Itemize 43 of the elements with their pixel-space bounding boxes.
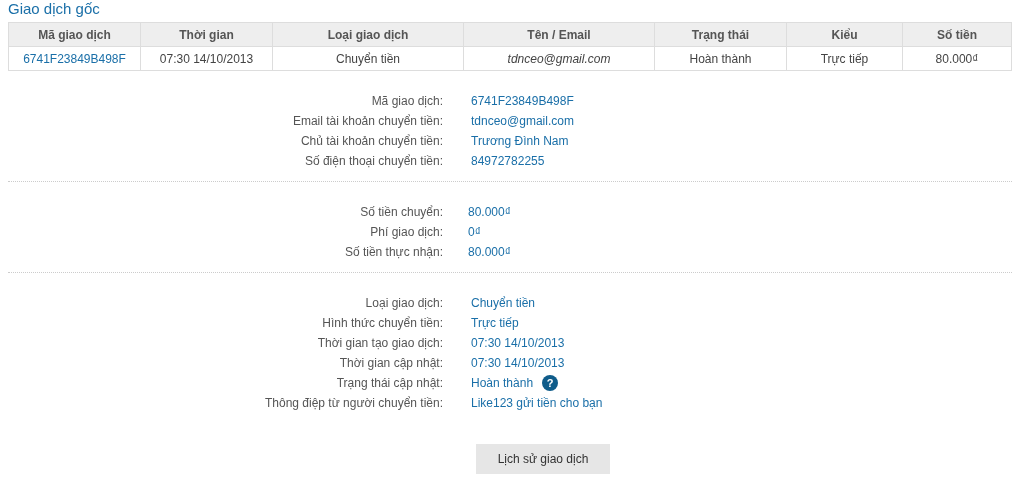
detail-label: Thời gian cập nhật: xyxy=(338,356,443,370)
detail-value: 6741F23849B498F xyxy=(471,94,574,108)
detail-value: 07:30 14/10/2013 xyxy=(471,336,565,350)
detail-label: Trạng thái cập nhật: xyxy=(335,376,443,390)
detail-label: Thời gian tạo giao dịch: xyxy=(316,336,443,350)
column-header: Thời gian xyxy=(140,22,273,47)
detail-value: 80.000₫ xyxy=(468,205,511,219)
detail-label: Thông điệp từ người chuyển tiền: xyxy=(263,396,443,410)
detail-value: 0₫ xyxy=(468,225,481,239)
column-header: Loại giao dịch xyxy=(272,22,464,47)
detail-label: Email tài khoản chuyển tiền: xyxy=(291,114,443,128)
detail-value: Chuyển tiền xyxy=(471,296,536,310)
detail-value: 84972782255 xyxy=(471,154,545,168)
detail-label: Hình thức chuyển tiền: xyxy=(321,316,443,330)
table-cell: Chuyển tiền xyxy=(272,46,464,71)
column-header: Trạng thái xyxy=(654,22,787,47)
table-cell: Hoàn thành xyxy=(654,46,787,71)
detail-value: Hoàn thành xyxy=(471,376,534,390)
detail-value: tdnceo@gmail.com xyxy=(471,114,574,128)
detail-label: Phí giao dịch: xyxy=(369,225,443,239)
detail-value: 07:30 14/10/2013 xyxy=(471,356,565,370)
detail-label: Số điện thoại chuyển tiền: xyxy=(303,154,443,168)
detail-value: 80.000₫ xyxy=(468,245,511,259)
transaction-link[interactable]: 6741F23849B498F xyxy=(8,46,141,71)
detail-label: Loại giao dịch: xyxy=(364,296,443,310)
detail-label: Mã giao dịch: xyxy=(370,94,443,108)
column-header: Mã giao dịch xyxy=(8,22,141,47)
detail-label: Số tiền thực nhận: xyxy=(343,245,443,259)
section-title: Giao dịch gốc xyxy=(8,0,101,19)
detail-value: Like123 gửi tiền cho bạn xyxy=(471,396,603,410)
detail-value: Trực tiếp xyxy=(471,316,519,330)
column-header: Kiểu xyxy=(786,22,903,47)
detail-label: Chủ tài khoản chuyển tiền: xyxy=(299,134,443,148)
detail-label: Số tiền chuyển: xyxy=(359,205,443,219)
table-cell: 07:30 14/10/2013 xyxy=(140,46,273,71)
table-cell: Trực tiếp xyxy=(786,46,903,71)
history-button[interactable]: Lịch sử giao dịch xyxy=(476,444,610,474)
table-cell: tdnceo@gmail.com xyxy=(463,46,655,71)
column-header: Tên / Email xyxy=(463,22,655,47)
column-header: Số tiền xyxy=(902,22,1012,47)
help-icon[interactable]: ? xyxy=(542,375,559,391)
table-cell: 80.000₫ xyxy=(902,46,1012,71)
detail-value: Trương Đình Nam xyxy=(471,134,569,148)
